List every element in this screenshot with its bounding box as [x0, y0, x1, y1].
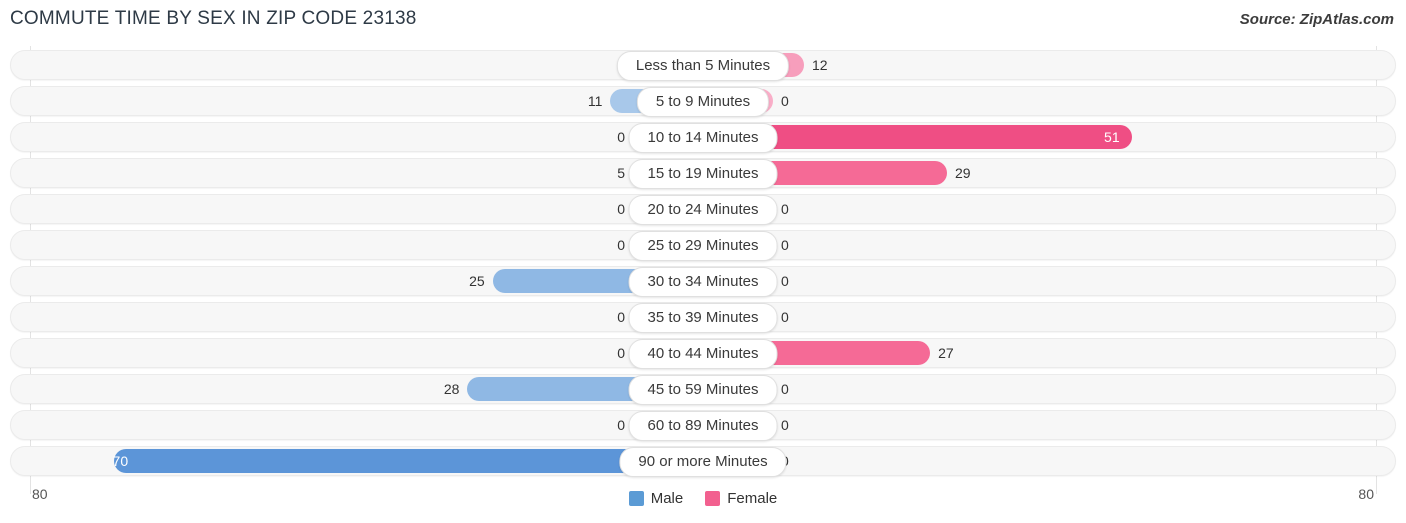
- category-label-pill: 5 to 9 Minutes: [636, 87, 770, 117]
- male-value-label: 0: [617, 417, 625, 433]
- category-label-pill: 20 to 24 Minutes: [628, 195, 778, 225]
- legend-item-female[interactable]: Female: [705, 490, 777, 507]
- male-bar-area: 0: [30, 410, 703, 440]
- category-label-pill: 15 to 19 Minutes: [628, 159, 778, 189]
- chart-row: 5 29 15 to 19 Minutes: [0, 158, 1406, 189]
- legend-label-male: Male: [650, 489, 684, 507]
- female-bar-area: 0: [703, 230, 1376, 260]
- category-label-pill: 90 or more Minutes: [619, 447, 787, 477]
- male-bar-area: 28: [30, 374, 703, 404]
- chart-rows: 0 12 Less than 5 Minutes 11 0 5 to 9 Minutes 0…: [0, 50, 1406, 482]
- female-bar-area: 27: [703, 338, 1376, 368]
- male-bar-area: 25: [30, 266, 703, 296]
- chart-row: 0 12 Less than 5 Minutes: [0, 50, 1406, 81]
- category-label-pill: 60 to 89 Minutes: [628, 411, 778, 441]
- female-value-label: 0: [781, 93, 789, 109]
- male-bar-area: 0: [30, 194, 703, 224]
- female-value-label: 27: [938, 345, 954, 361]
- female-bar-area: 0: [703, 302, 1376, 332]
- chart-row: 70 090 or more Minutes: [0, 446, 1406, 477]
- female-value-label: 0: [781, 273, 789, 289]
- chart-row: 11 0 5 to 9 Minutes: [0, 86, 1406, 117]
- legend-item-male[interactable]: Male: [628, 489, 684, 507]
- legend-label-female: Female: [727, 489, 778, 507]
- male-bar-area: 0: [30, 338, 703, 368]
- category-label-pill: 25 to 29 Minutes: [628, 231, 778, 261]
- source-attribution: Source: ZipAtlas.com: [1239, 11, 1394, 28]
- female-bar-area: 0: [703, 374, 1376, 404]
- female-bar-area: 0: [703, 446, 1376, 476]
- male-value-label: 70: [112, 453, 129, 469]
- category-label-pill: 35 to 39 Minutes: [628, 303, 778, 333]
- male-bar-area: 70: [30, 446, 703, 476]
- chart-legend: Male Female: [0, 486, 1406, 510]
- chart-row: 28 0 45 to 59 Minutes: [0, 374, 1406, 405]
- chart-row: 0 0 20 to 24 Minutes: [0, 194, 1406, 225]
- male-bar-area: 0: [30, 122, 703, 152]
- female-bar-area: 51: [703, 122, 1376, 152]
- female-value-label: 0: [781, 417, 789, 433]
- male-value-label: 0: [617, 129, 625, 145]
- chart-row: 25 0 30 to 34 Minutes: [0, 266, 1406, 297]
- category-label-pill: 10 to 14 Minutes: [628, 123, 778, 153]
- female-bar-area: 0: [703, 410, 1376, 440]
- female-value-label: 12: [811, 57, 828, 73]
- male-bar-area: 11: [30, 86, 703, 116]
- male-value-label: 5: [617, 165, 625, 181]
- male-bar-area: 5: [30, 158, 703, 188]
- chart-row: 0 0 60 to 89 Minutes: [0, 410, 1406, 441]
- category-label-pill: Less than 5 Minutes: [616, 51, 790, 81]
- male-value-label: 28: [443, 381, 460, 397]
- female-bar-area: 12: [703, 50, 1376, 80]
- chart-row: 0 27 40 to 44 Minutes: [0, 338, 1406, 369]
- male-value-label: 0: [617, 237, 625, 253]
- female-bar-area: 0: [703, 194, 1376, 224]
- category-label-pill: 40 to 44 Minutes: [628, 339, 778, 369]
- male-bar-area: 0: [30, 302, 703, 332]
- commute-time-chart: COMMUTE TIME BY SEX IN ZIP CODE 23138 So…: [0, 0, 1406, 523]
- male-value-label: 11: [587, 93, 603, 109]
- male-bar-area: 0: [30, 230, 703, 260]
- category-label-pill: 30 to 34 Minutes: [628, 267, 778, 297]
- category-label-pill: 45 to 59 Minutes: [628, 375, 778, 405]
- female-value-label: 0: [781, 381, 789, 397]
- male-value-label: 0: [617, 201, 625, 217]
- male-value-label: 25: [469, 273, 485, 289]
- female-bar-area: 0: [703, 266, 1376, 296]
- female-bar-area: 0: [703, 86, 1376, 116]
- legend-swatch-female: [705, 490, 721, 506]
- male-bar[interactable]: [114, 449, 703, 473]
- male-value-label: 0: [617, 345, 625, 361]
- female-value-label: 29: [954, 165, 971, 181]
- female-value-label: 0: [781, 237, 789, 253]
- chart-row: 0 0 35 to 39 Minutes: [0, 302, 1406, 333]
- female-bar-area: 29: [703, 158, 1376, 188]
- page-title: COMMUTE TIME BY SEX IN ZIP CODE 23138: [10, 8, 417, 29]
- male-bar-area: 0: [30, 50, 703, 80]
- female-value-label: 0: [781, 201, 789, 217]
- chart-row: 0 51 10 to 14 Minutes: [0, 122, 1406, 153]
- chart-row: 0 0 25 to 29 Minutes: [0, 230, 1406, 261]
- legend-swatch-male: [628, 490, 644, 506]
- male-value-label: 0: [617, 309, 625, 325]
- female-value-label: 0: [781, 309, 789, 325]
- female-value-label: 51: [1104, 129, 1120, 145]
